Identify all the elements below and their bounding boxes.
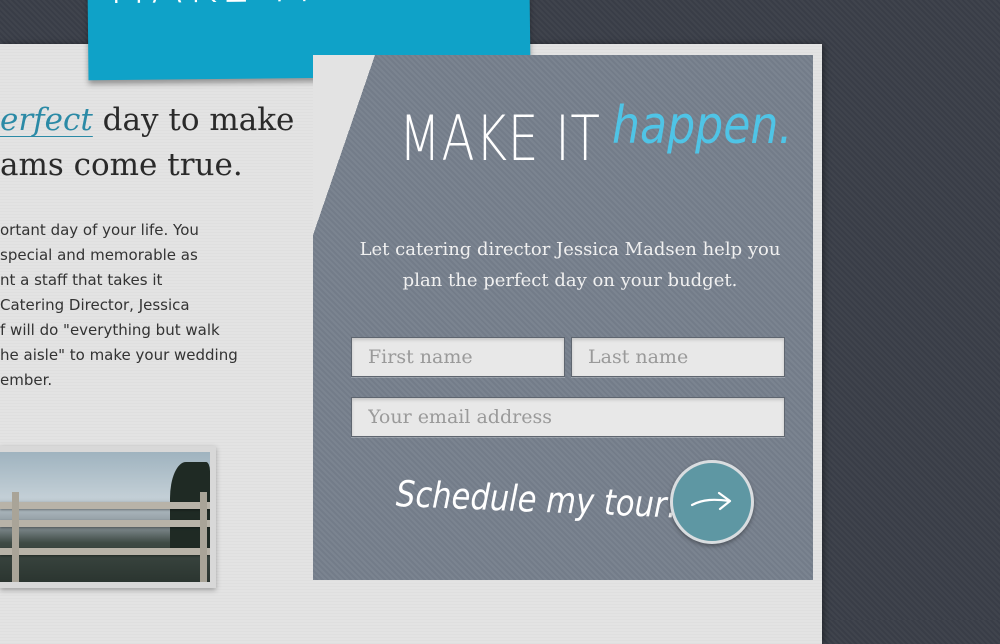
body-line: ember. <box>0 371 53 389</box>
headline: erfect day to make ams come true. <box>0 98 300 188</box>
panel-title-accent: happen. <box>612 96 793 156</box>
body-line: f will do "everything but walk <box>0 321 220 339</box>
headline-line2: ams come true. <box>0 147 243 183</box>
photo-post <box>200 492 207 582</box>
venue-photo-image <box>0 452 210 582</box>
photo-rail <box>0 502 210 509</box>
panel-notch <box>313 55 375 235</box>
body-line: Catering Director, Jessica <box>0 296 190 314</box>
panel-intro: Let catering director Jessica Madsen hel… <box>340 234 800 296</box>
intro-line2: plan the perfect day on your budget. <box>402 270 738 291</box>
last-name-input[interactable] <box>571 337 785 377</box>
panel-title-main: MAKE IT <box>399 102 601 175</box>
banner-text: MAKE IT <box>107 0 322 14</box>
photo-post <box>12 492 19 582</box>
venue-photo <box>0 446 216 588</box>
body-line: ortant day of your life. You <box>0 221 199 239</box>
headline-accent: erfect <box>0 102 93 138</box>
body-line: special and memorable as <box>0 246 198 264</box>
body-paragraph: ortant day of your life. You special and… <box>0 218 300 393</box>
photo-rail <box>0 548 210 555</box>
body-line: nt a staff that takes it <box>0 271 163 289</box>
first-name-input[interactable] <box>351 337 565 377</box>
arrow-right-icon <box>690 491 732 511</box>
schedule-tour-button[interactable] <box>670 460 754 544</box>
photo-rail <box>0 520 210 527</box>
body-line: he aisle" to make your wedding <box>0 346 238 364</box>
headline-line1: day to make <box>92 102 295 138</box>
intro-line1: Let catering director Jessica Madsen hel… <box>359 239 781 260</box>
email-input[interactable] <box>351 397 785 437</box>
